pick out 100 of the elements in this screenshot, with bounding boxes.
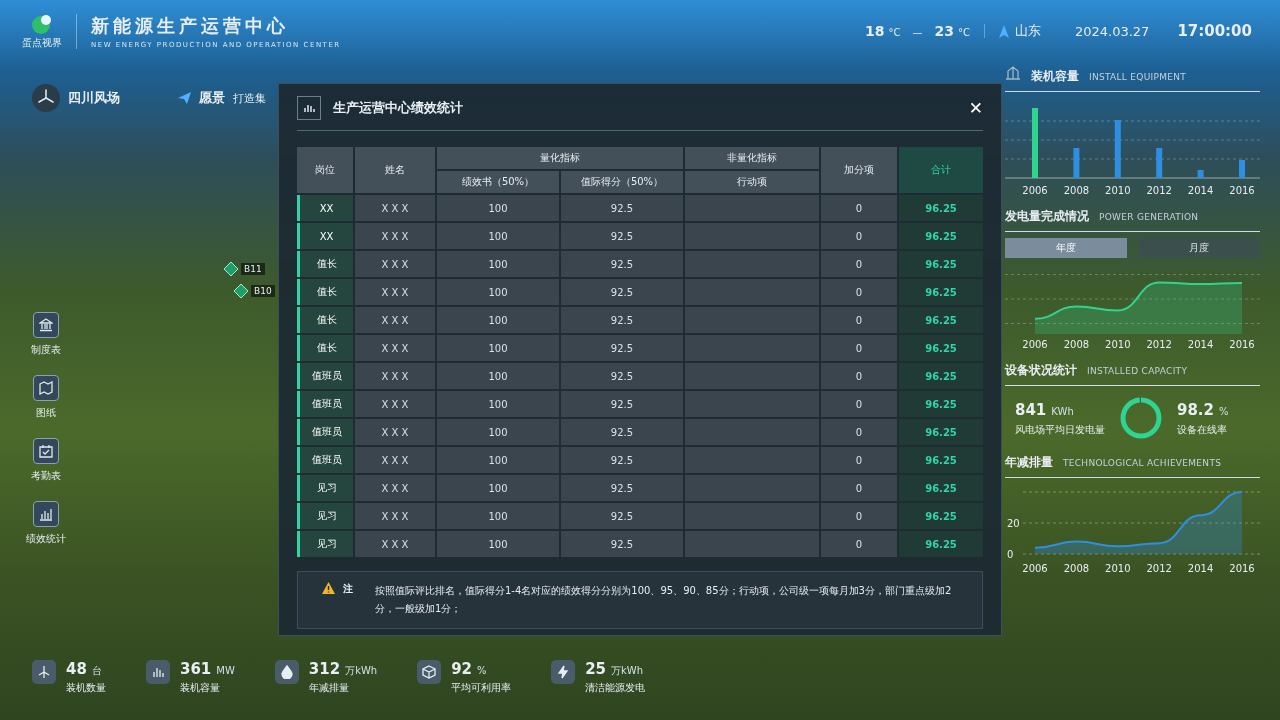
bar-chart-icon <box>297 96 321 120</box>
table-cell: 0 <box>821 195 897 221</box>
map-nav-button[interactable] <box>33 375 59 401</box>
period-tab[interactable]: 年度 <box>1005 238 1127 258</box>
table-cell: 96.25 <box>899 363 983 389</box>
section-subtitle: POWER GENERATION <box>1099 212 1199 222</box>
table-cell: 92.5 <box>561 419 683 445</box>
table-cell: 92.5 <box>561 531 683 557</box>
table-cell: 值长 <box>297 279 353 305</box>
table-cell: X X X <box>355 223 435 249</box>
table-cell: 100 <box>437 279 559 305</box>
table-cell: 值长 <box>297 335 353 361</box>
section-title: 发电量完成情况 <box>1005 208 1089 225</box>
axis-label: 2008 <box>1063 339 1090 350</box>
temperature-unit: °C <box>888 27 901 38</box>
nav-label[interactable]: 制度表 <box>31 343 61 357</box>
stat-value: 48 <box>66 660 87 678</box>
nav-label[interactable]: 图纸 <box>36 406 56 420</box>
table-cell: 92.5 <box>561 475 683 501</box>
building-nav-button[interactable] <box>33 312 59 338</box>
unit-label: 万kWh <box>345 664 378 678</box>
time-text: 17:00:00 <box>1177 22 1252 40</box>
table-cell: X X X <box>355 279 435 305</box>
chart-bar <box>1239 160 1245 178</box>
stat-value: 312 <box>308 660 341 678</box>
table-cell: 92.5 <box>561 279 683 305</box>
table-cell: X X X <box>355 335 435 361</box>
location-arrow-icon <box>998 24 1009 38</box>
period-tab[interactable]: 月度 <box>1138 238 1260 258</box>
column-header: 行动项 <box>685 171 819 193</box>
axis-label: 2010 <box>1105 339 1131 350</box>
table-cell: 100 <box>437 503 559 529</box>
calendar-icon <box>39 444 53 458</box>
column-header: 合计 <box>899 147 983 193</box>
table-cell: 92.5 <box>561 363 683 389</box>
table-cell: 100 <box>437 475 559 501</box>
turbine-stat-icon <box>32 660 56 684</box>
unit-label: 万kWh <box>611 664 644 678</box>
table-cell: 92.5 <box>561 223 683 249</box>
section-subtitle: TECHNOLOGICAL ACHIEVEMENTS <box>1063 458 1222 468</box>
section-subtitle: INSTALLED CAPACITY <box>1087 366 1188 376</box>
chart-bar <box>1197 170 1204 178</box>
table-cell: 96.25 <box>899 391 983 417</box>
chart-bar <box>1073 148 1080 178</box>
unit-label: % <box>1219 405 1229 417</box>
table-cell: 96.25 <box>899 223 983 249</box>
table-cell: 值班员 <box>297 419 353 445</box>
bars-stat-icon <box>146 660 170 684</box>
daily-generation-label: 风电场平均日发电量 <box>1015 422 1105 437</box>
turbine-pin-icon[interactable] <box>234 284 248 298</box>
map-pin-label: B11 <box>241 263 265 275</box>
table-cell: 96.25 <box>899 279 983 305</box>
close-button[interactable]: ✕ <box>968 98 983 118</box>
axis-label: 2006 <box>1022 339 1048 350</box>
axis-label: 2008 <box>1063 185 1090 196</box>
table-cell: 100 <box>437 335 559 361</box>
building-icon <box>39 318 53 332</box>
axis-label: 2016 <box>1229 185 1255 196</box>
axis-label: 2006 <box>1022 563 1048 574</box>
table-cell: 0 <box>821 447 897 473</box>
nav-label[interactable]: 考勤表 <box>31 469 61 483</box>
dialog-title: 生产运营中心绩效统计 <box>333 99 464 117</box>
unit-label: % <box>477 665 487 676</box>
table-cell: 见习 <box>297 531 353 557</box>
table-cell: X X X <box>355 419 435 445</box>
table-cell: 96.25 <box>899 475 983 501</box>
table-cell: 96.25 <box>899 531 983 557</box>
nav-label[interactable]: 绩效统计 <box>26 532 66 546</box>
note-text: 按照值际评比排名，值际得分1-4名对应的绩效得分分别为100、95、90、85分；行动项，公司级一项每月加3分，部门重点级加2分，一般级加1分； <box>375 584 953 616</box>
table-cell: 96.25 <box>899 503 983 529</box>
table-cell: 96.25 <box>899 419 983 445</box>
axis-label: 0 <box>1007 549 1014 560</box>
table-cell: 92.5 <box>561 335 683 361</box>
map-pin-label: B10 <box>251 285 275 297</box>
axis-label: 2014 <box>1187 563 1214 574</box>
table-cell: 0 <box>821 223 897 249</box>
chart-nav-button[interactable] <box>33 501 59 527</box>
warning-icon <box>322 582 335 594</box>
turbine-pin-icon[interactable] <box>224 262 238 276</box>
calendar-nav-button[interactable] <box>33 438 59 464</box>
stat-value: 92 <box>451 660 473 678</box>
table-cell: 96.25 <box>899 335 983 361</box>
unit-label: KWh <box>1051 405 1074 417</box>
section-title: 装机容量 <box>1031 68 1079 85</box>
stat-label: 年减排量 <box>308 681 350 695</box>
column-header: 岗位 <box>297 147 353 193</box>
axis-label: 2012 <box>1146 563 1172 574</box>
stat-label: 清洁能源发电 <box>585 681 646 695</box>
axis-label: 2016 <box>1229 339 1255 350</box>
table-cell: 100 <box>437 419 559 445</box>
table-cell: 92.5 <box>561 391 683 417</box>
site-name: 四川风场 <box>68 89 120 107</box>
axis-label: 2012 <box>1146 185 1172 196</box>
table-cell: X X X <box>355 307 435 333</box>
vision-label: 愿景 <box>199 89 225 107</box>
table-cell: 值班员 <box>297 391 353 417</box>
vision-text: 打造集 <box>233 90 266 106</box>
column-header: 值际得分（50%） <box>561 171 683 193</box>
table-cell: 值班员 <box>297 363 353 389</box>
unit-label: MW <box>216 665 235 676</box>
